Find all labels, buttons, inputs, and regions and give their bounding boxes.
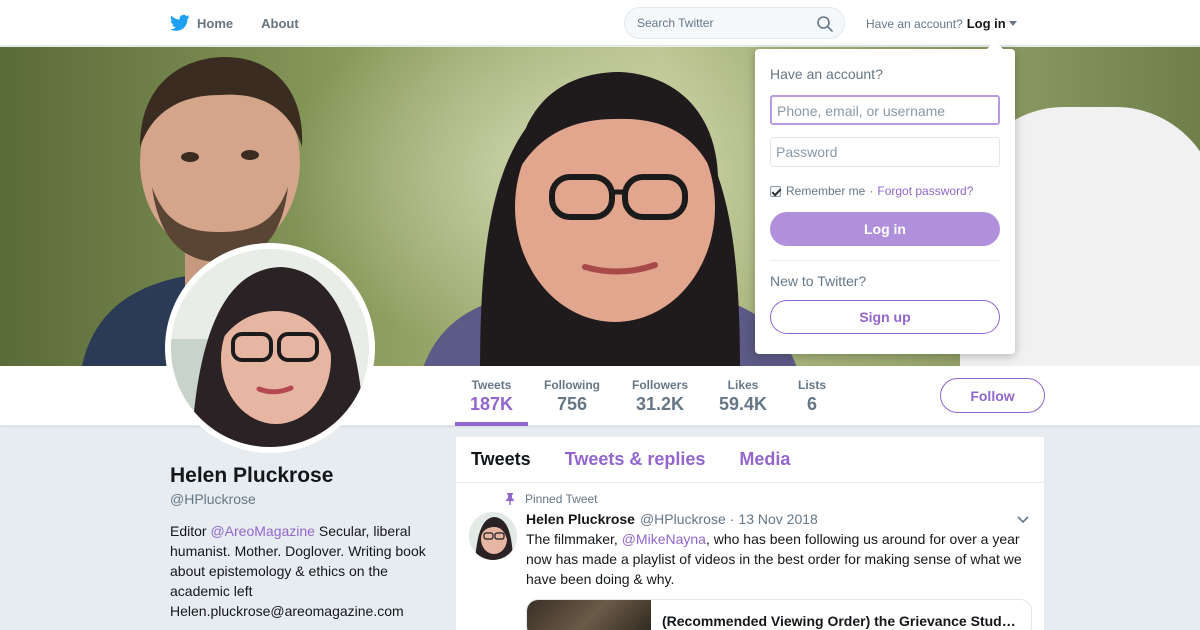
search-input[interactable]: Search Twitter [624, 7, 845, 39]
stat-label: Tweets [471, 378, 512, 392]
tweet-avatar[interactable] [469, 512, 517, 560]
avatar-portrait [171, 249, 369, 447]
tweet-dot: · [729, 511, 735, 527]
tweet-author[interactable]: Helen Pluckrose [526, 511, 635, 527]
bio-mention-link[interactable]: @AreoMagazine [210, 523, 315, 539]
tweet-mention-link[interactable]: @MikeNayna [622, 531, 706, 547]
login-link[interactable]: Log in [967, 16, 1006, 31]
bio-email: Helen.pluckrose@areomagazine.com [170, 603, 404, 619]
stat-label: Likes [727, 378, 759, 392]
password-field[interactable]: Password [770, 137, 1000, 167]
nav-home-link[interactable]: Home [170, 14, 233, 32]
stat-likes[interactable]: Likes 59.4K [713, 366, 773, 426]
stat-tweets[interactable]: Tweets 187K [455, 366, 528, 426]
nav-left: Home About [170, 0, 327, 46]
signup-button[interactable]: Sign up [770, 300, 1000, 334]
pinned-label: Pinned Tweet [525, 492, 598, 506]
nav-about-link[interactable]: About [261, 16, 299, 31]
tab-tweets[interactable]: Tweets [471, 449, 531, 470]
chevron-down-icon [1008, 21, 1017, 26]
login-button[interactable]: Log in [770, 212, 1000, 246]
profile-bio: Editor @AreoMagazine Secular, liberal hu… [170, 521, 440, 621]
tweet-link-card[interactable]: (Recommended Viewing Order) the Grievanc… [526, 599, 1032, 630]
remember-separator: · [869, 184, 874, 198]
tweet-avatar-portrait [469, 512, 517, 560]
card-title: (Recommended Viewing Order) the Grievanc… [662, 613, 1016, 629]
stat-value: 187K [469, 394, 514, 414]
tweet-date[interactable]: 13 Nov 2018 [738, 511, 817, 527]
forgot-password-link[interactable]: Forgot password? [877, 184, 973, 198]
banner-person-center [423, 72, 797, 366]
follow-button[interactable]: Follow [940, 378, 1045, 413]
avatar-photo [171, 249, 369, 447]
login-dropdown: Have an account? Phone, email, or userna… [755, 41, 1015, 354]
profile-name: Helen Pluckrose [170, 464, 334, 487]
search-icon[interactable] [816, 15, 834, 33]
stat-value: 59.4K [718, 394, 768, 414]
card-thumbnail [527, 600, 651, 630]
username-field[interactable]: Phone, email, or username [770, 95, 1000, 125]
remember-checkbox[interactable] [770, 185, 781, 197]
remember-label[interactable]: Remember me [786, 184, 865, 198]
profile-avatar[interactable] [165, 243, 375, 453]
search-placeholder: Search Twitter [637, 16, 714, 30]
stat-value: 6 [806, 394, 817, 414]
profile-handle: @HPluckrose [170, 491, 256, 507]
stat-value: 31.2K [635, 394, 685, 414]
stat-label: Followers [631, 378, 688, 392]
account-menu-trigger[interactable]: Have an account? Log in [866, 16, 1017, 31]
tab-tweets-replies[interactable]: Tweets & replies [565, 449, 706, 470]
top-navbar: Home About Search Twitter Have an accoun… [0, 0, 1200, 46]
timeline-tabs: Tweets Tweets & replies Media [456, 437, 1044, 483]
dropdown-title: Have an account? [770, 66, 883, 82]
pin-icon [506, 493, 514, 505]
stat-followers[interactable]: Followers 31.2K [626, 366, 694, 426]
dropdown-divider [770, 260, 1000, 261]
bio-prefix: Editor [170, 523, 211, 539]
pinned-tweet-context: Pinned Tweet [504, 492, 598, 506]
nav-home-label: Home [197, 15, 234, 31]
timeline: Tweets Tweets & replies Media Pinned Twe… [456, 437, 1044, 630]
have-account-text: Have an account? [866, 16, 963, 31]
remember-row: Remember me · Forgot password? [770, 184, 973, 198]
stat-label: Following [544, 378, 600, 392]
tweet-header: Helen Pluckrose @HPluckrose · 13 Nov 201… [526, 511, 818, 527]
tab-media[interactable]: Media [739, 449, 790, 470]
new-to-twitter-text: New to Twitter? [770, 273, 867, 289]
nav-about-label: About [261, 15, 299, 31]
tweet-text-prefix: The filmmaker, [526, 531, 622, 547]
stat-lists[interactable]: Lists 6 [792, 366, 832, 426]
stat-following[interactable]: Following 756 [538, 366, 606, 426]
stat-value: 756 [556, 394, 588, 414]
chevron-down-icon[interactable] [1017, 515, 1029, 525]
dropdown-arrow [987, 41, 1003, 49]
stat-label: Lists [797, 378, 826, 392]
twitter-bird-icon [170, 14, 190, 31]
tweet-handle[interactable]: @HPluckrose [640, 511, 726, 527]
tweet-text: The filmmaker, @MikeNayna, who has been … [526, 529, 1031, 589]
